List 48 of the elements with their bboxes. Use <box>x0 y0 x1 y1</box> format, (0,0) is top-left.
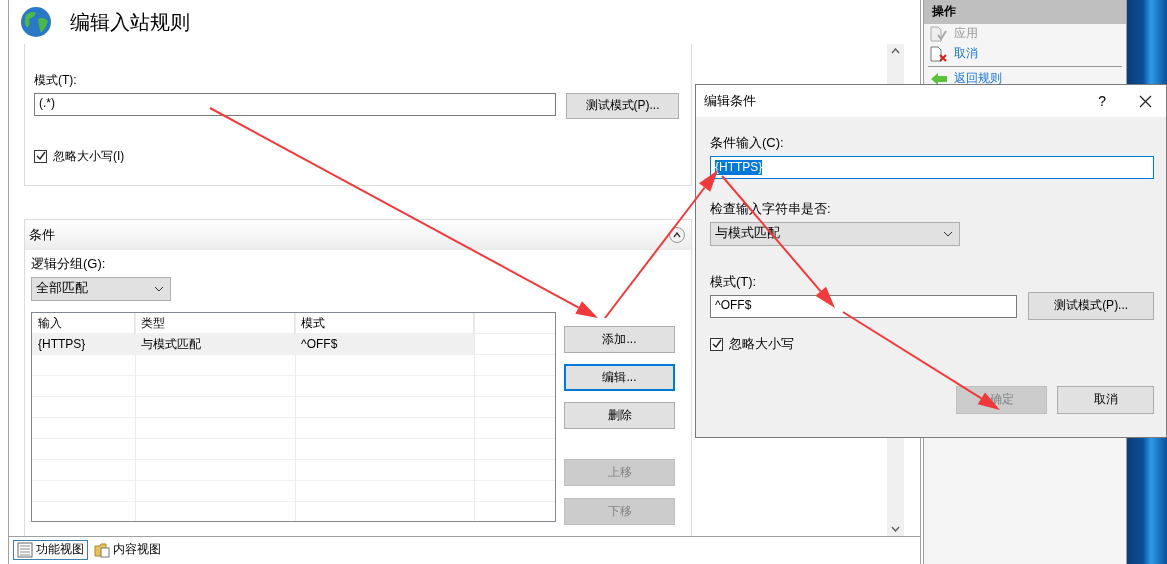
action-link[interactable]: 返回规则 <box>924 69 1126 89</box>
scroll-up-icon[interactable] <box>891 48 900 54</box>
globe-icon <box>20 6 52 38</box>
folder-icon <box>94 542 110 558</box>
table-cell: ^OFF$ <box>295 333 474 355</box>
caret-icon <box>154 285 164 292</box>
condition-input-field[interactable]: {HTTPS} <box>710 155 1154 179</box>
document-cross-icon <box>930 46 948 62</box>
scroll-down-icon[interactable] <box>891 526 900 532</box>
column-header[interactable]: 类型 <box>135 312 295 334</box>
help-button[interactable]: ? <box>1098 91 1106 111</box>
pane-title: 操作 <box>924 0 1126 24</box>
action-button[interactable]: 添加... <box>564 325 675 353</box>
window-title: 编辑入站规则 <box>70 10 190 35</box>
field-label: 条件输入(C): <box>710 135 784 152</box>
chevron-icon <box>673 232 681 238</box>
field-label: 模式(T): <box>34 73 77 89</box>
column-header[interactable]: 模式 <box>295 312 474 334</box>
field-label: 模式(T): <box>710 273 757 291</box>
column-header[interactable]: 输入 <box>32 312 135 334</box>
dropdown-value: 全部匹配 <box>36 280 88 298</box>
table-cell: 与模式匹配 <box>135 333 295 355</box>
field-label: 逻辑分组(G): <box>31 256 106 273</box>
document-check-icon <box>930 26 948 42</box>
cancel-button[interactable]: 取消 <box>1057 385 1154 414</box>
action-link[interactable]: 取消 <box>924 44 1126 64</box>
action-button[interactable]: 编辑... <box>564 363 675 391</box>
dialog-title: 编辑条件 <box>704 92 756 110</box>
action-button[interactable]: 删除 <box>564 401 675 429</box>
collapse-button[interactable] <box>669 227 685 243</box>
pattern-field[interactable]: (.*) <box>34 92 556 116</box>
table-cell: {HTTPS} <box>32 333 135 355</box>
checkbox-label: 忽略大小写 <box>729 335 794 353</box>
back-arrow-icon <box>930 71 948 87</box>
view-tab[interactable]: 内容视图 <box>90 540 165 560</box>
section-title: 条件 <box>29 226 55 244</box>
checkbox-label: 忽略大小写(I) <box>53 148 125 165</box>
list-view-icon <box>17 542 33 558</box>
ignore-case-checkbox[interactable] <box>34 149 47 163</box>
test-pattern-button[interactable]: 测试模式(P)... <box>566 92 679 119</box>
field-label: 检查输入字符串是否: <box>710 200 831 218</box>
view-tab[interactable]: 功能视图 <box>13 540 88 560</box>
close-icon[interactable] <box>1139 94 1152 108</box>
pattern-field[interactable]: ^OFF$ <box>710 294 1018 318</box>
caret-icon <box>943 230 953 237</box>
ignore-case-checkbox[interactable] <box>710 337 723 351</box>
test-pattern-button[interactable]: 测试模式(P)... <box>1028 291 1154 320</box>
grouping-dropdown[interactable]: 全部匹配 <box>31 276 171 301</box>
